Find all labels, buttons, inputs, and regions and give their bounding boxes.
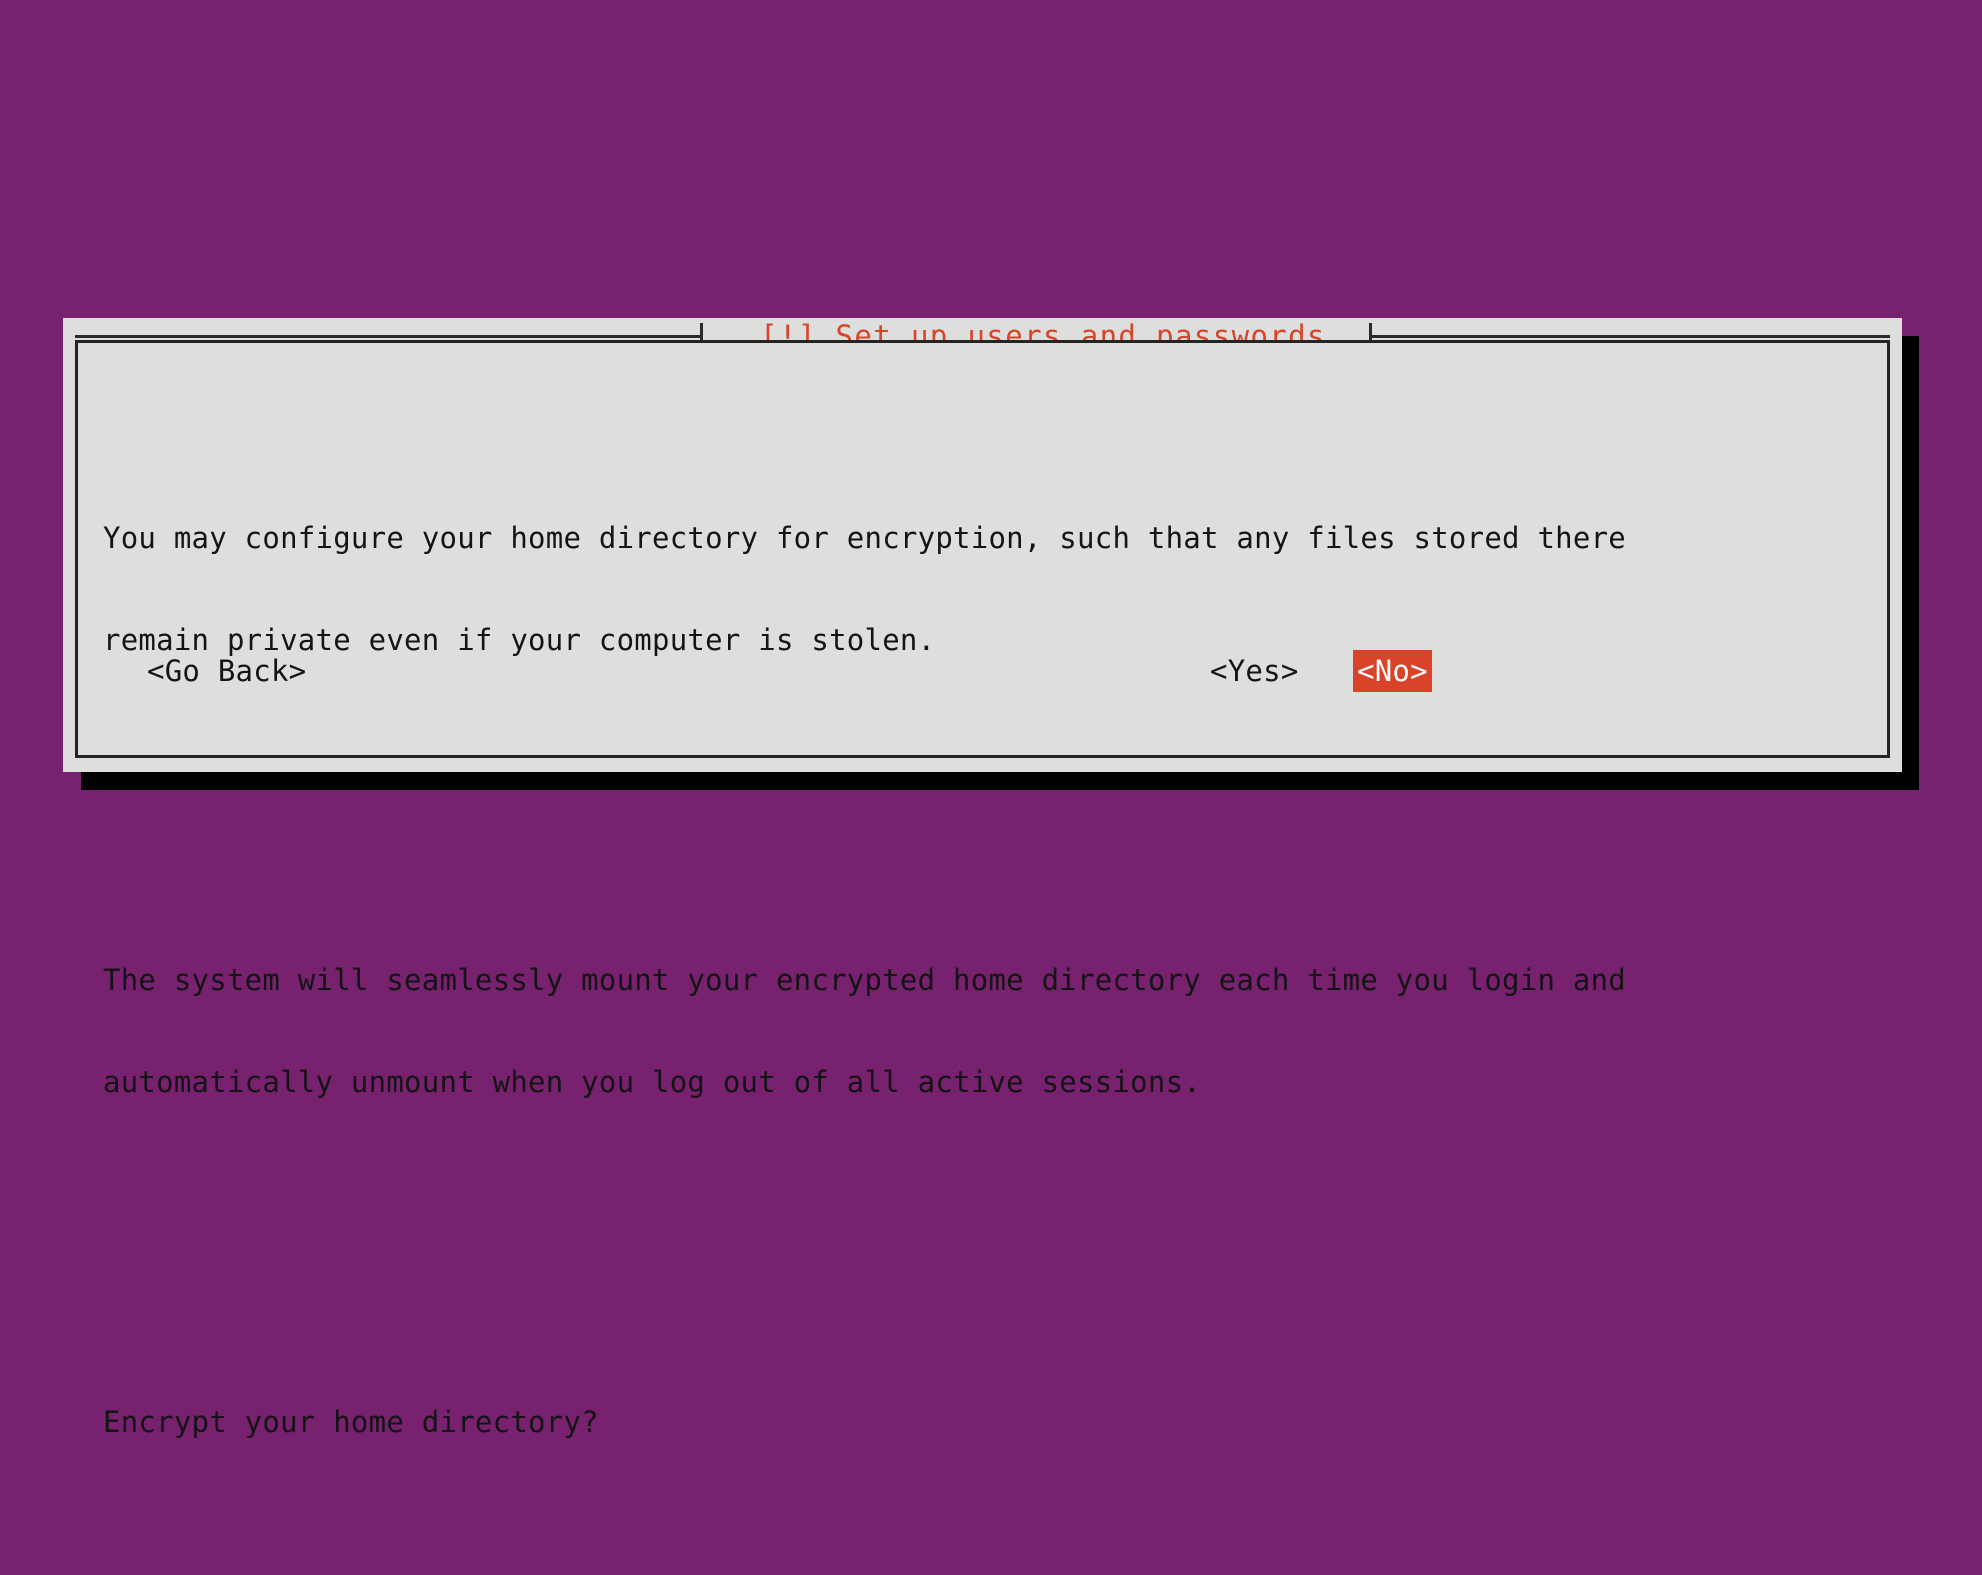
question-text: Encrypt your home directory? [103, 1405, 599, 1439]
go-back-button[interactable]: <Go Back> [143, 650, 310, 692]
yes-button[interactable]: <Yes> [1206, 650, 1303, 692]
text-line: automatically unmount when you log out o… [103, 1065, 1201, 1099]
dialog-body-text: You may configure your home directory fo… [103, 385, 1893, 1575]
title-rule-right-segment [1372, 335, 1890, 338]
text-line: The system will seamlessly mount your en… [103, 963, 1627, 997]
dialog-button-row: <Go Back> <Yes> <No> [63, 650, 1902, 694]
text-line: You may configure your home directory fo… [103, 521, 1627, 555]
title-rule-left-segment [75, 335, 700, 338]
paragraph-question: Encrypt your home directory? [103, 1337, 1893, 1507]
paragraph-behavior: The system will seamlessly mount your en… [103, 895, 1893, 1167]
no-button[interactable]: <No> [1353, 650, 1432, 692]
installer-screen: [!] Set up users and passwords You may c… [0, 0, 1982, 1439]
